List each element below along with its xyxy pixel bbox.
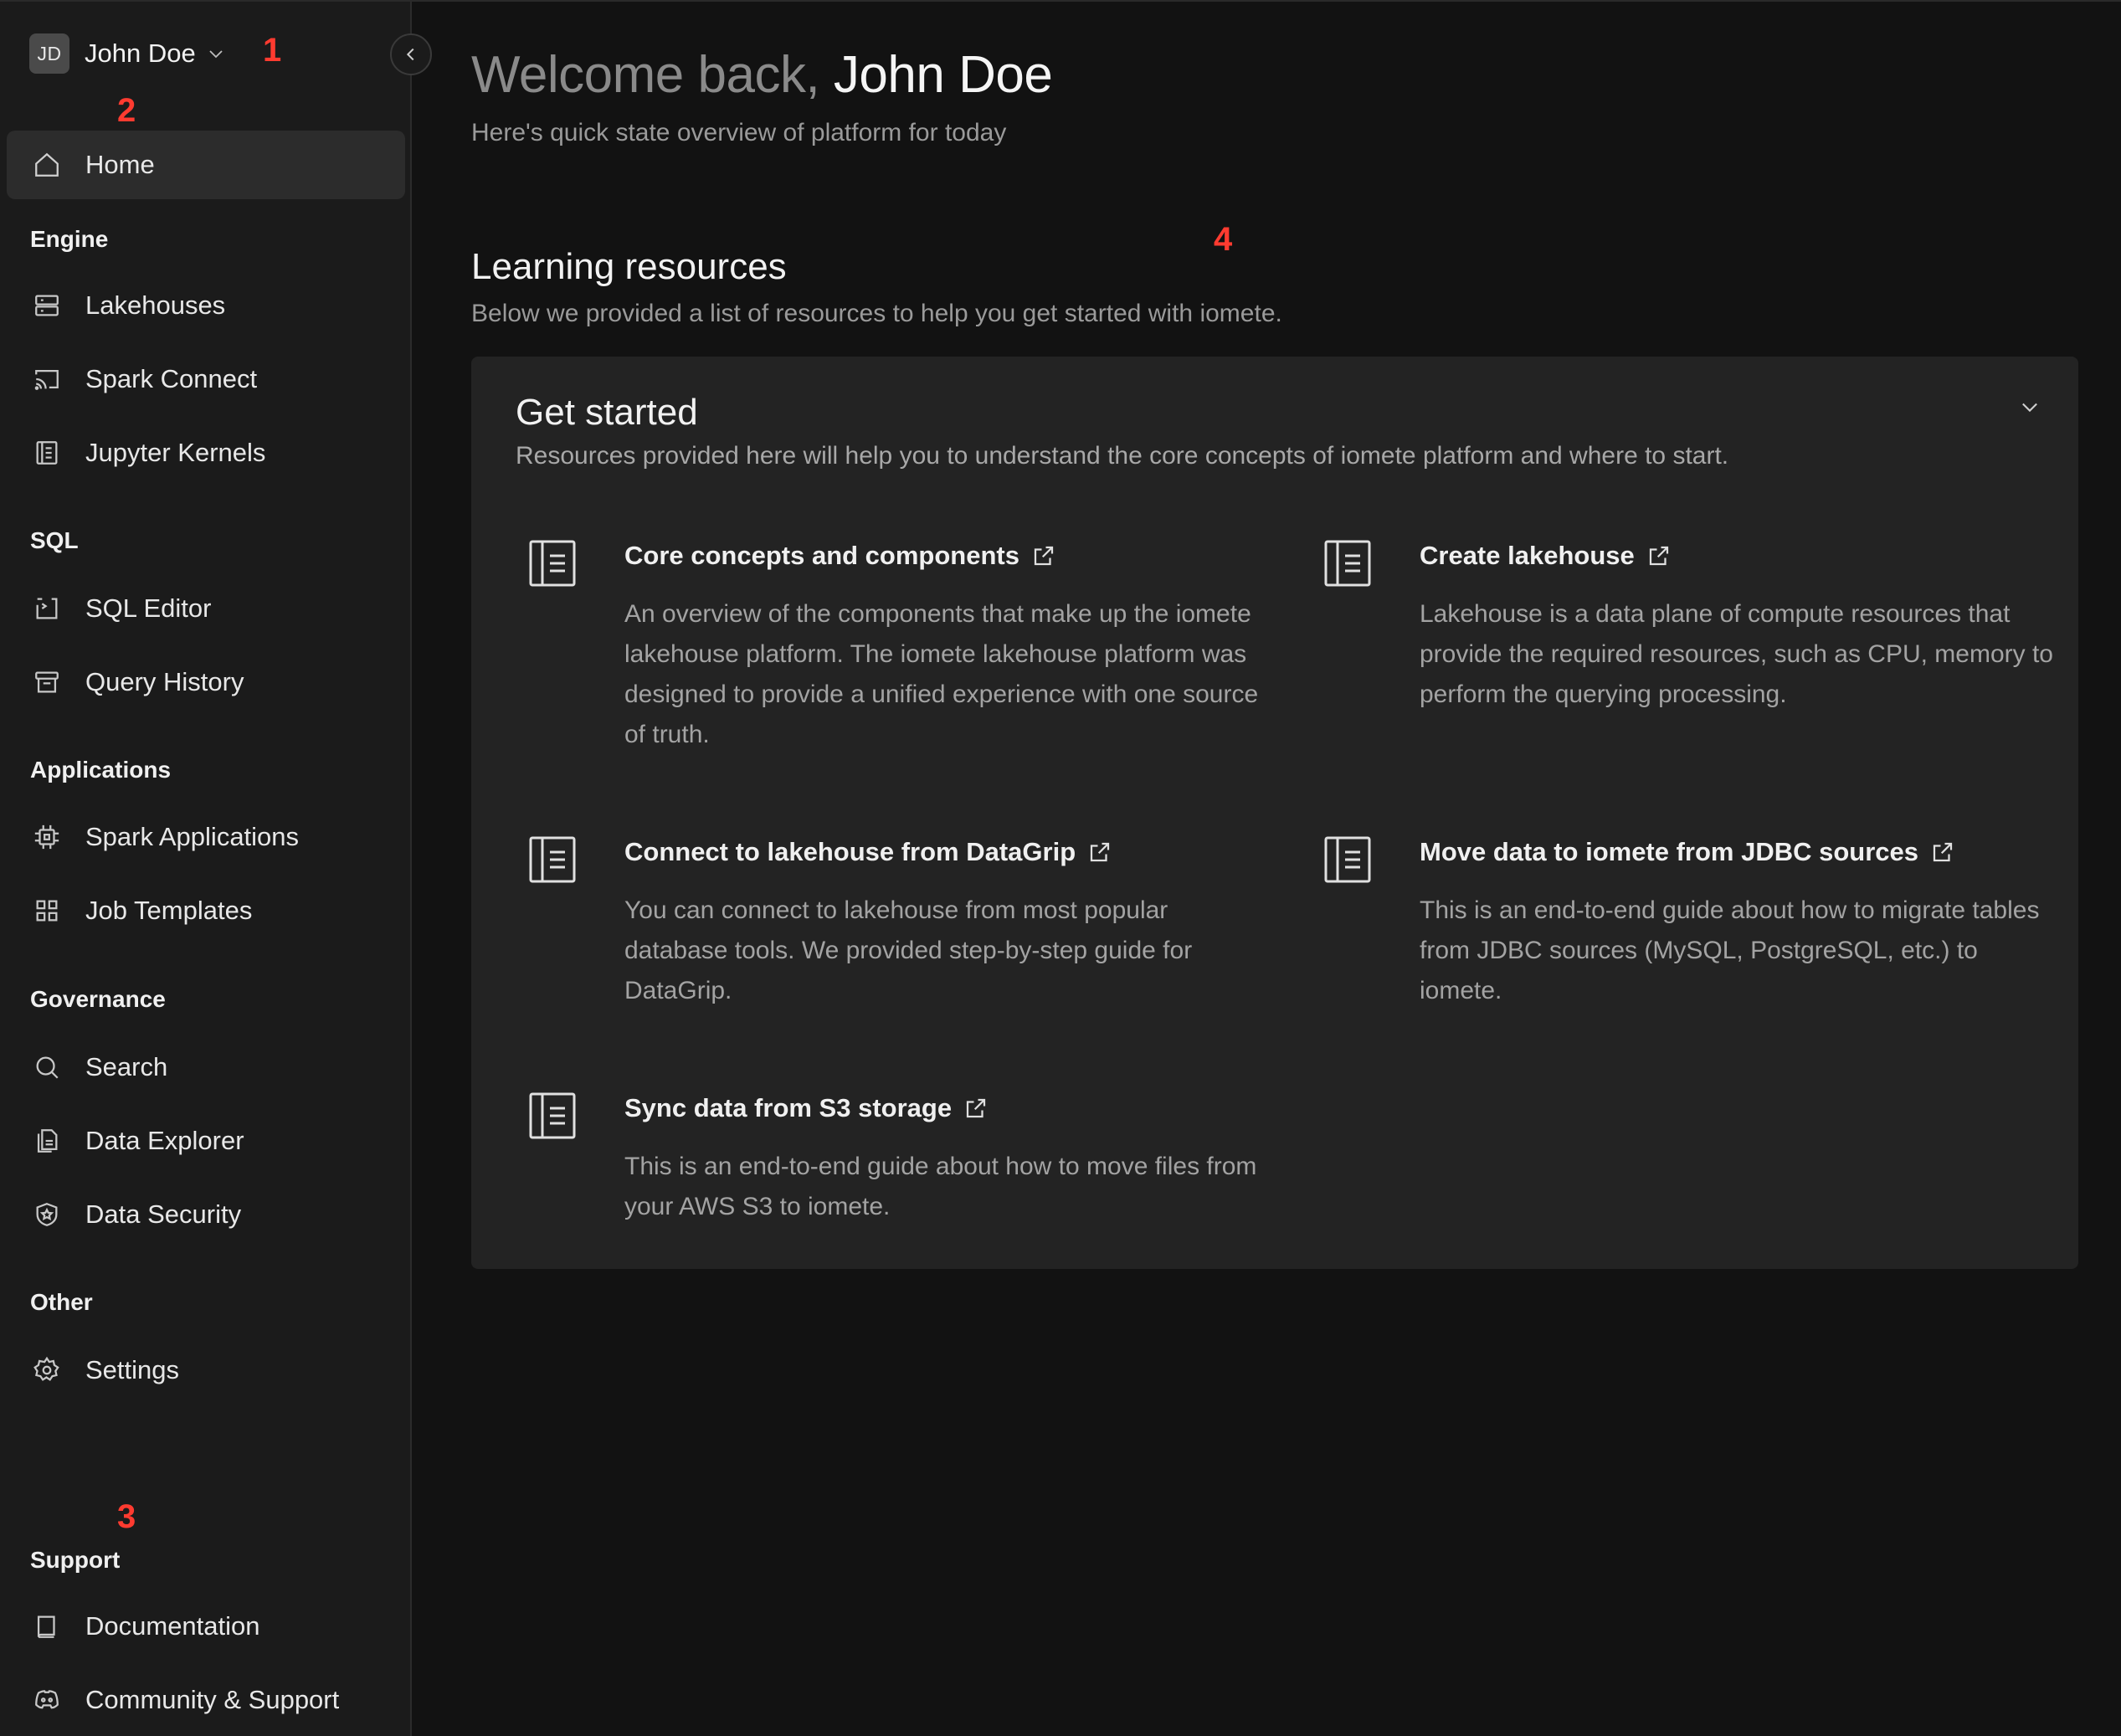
chevron-left-icon [406,48,414,61]
home-icon [32,150,62,180]
app-window: JD John Doe 1 2 Home Engine Lakehouses S… [0,0,2121,1736]
document-icon [1324,836,1371,883]
page-subtitle: Here's quick state overview of platform … [471,119,1007,146]
sidebar-item-label: Job Templates [85,896,253,925]
user-name: John Doe [85,39,196,68]
resource-link[interactable]: Move data to iomete from JDBC sources [1420,837,1955,867]
sidebar-item-settings[interactable]: Settings [7,1336,405,1405]
sidebar-item-documentation[interactable]: Documentation [7,1592,405,1661]
document-icon [529,836,576,883]
sidebar-item-label: Spark Connect [85,364,258,393]
annotation-marker-4: 4 [1214,221,1233,258]
sidebar-item-sql-editor[interactable]: SQL Editor [7,574,405,643]
external-link-icon [1649,546,1668,566]
annotation-marker-3: 3 [117,1498,136,1535]
chip-icon [32,822,62,852]
notebook-icon [32,438,62,468]
chevron-down-icon [209,50,223,59]
sidebar-item-job-templates[interactable]: Job Templates [7,876,405,945]
search-icon [32,1052,62,1082]
sidebar-item-search[interactable]: Search [7,1033,405,1102]
annotation-marker-2: 2 [117,92,136,129]
sidebar-item-label: Query History [85,667,244,696]
sidebar-item-label: Community & Support [85,1685,340,1714]
resource-description: This is an end-to-end guide about how to… [624,1153,1257,1220]
resource-link[interactable]: Connect to lakehouse from DataGrip [624,837,1112,867]
code-editor-icon [32,593,62,624]
sidebar-item-community-support[interactable]: Community & Support [7,1666,405,1734]
external-link-icon [1091,842,1110,862]
grid-icon [32,896,62,926]
resource-title: Create lakehouse [1420,541,1635,570]
panel-description: Resources provided here will help you to… [516,442,1729,470]
resource-description: An overview of the components that make … [624,600,1259,748]
resource-title: Connect to lakehouse from DataGrip [624,837,1076,866]
sidebar-item-lakehouses[interactable]: Lakehouses [7,271,405,340]
page-title: Welcome back, John Doe [471,45,1053,105]
resource-title: Move data to iomete from JDBC sources [1420,837,1919,866]
annotation-marker-1: 1 [263,32,282,69]
sidebar-item-label: Search [85,1052,168,1081]
collapse-sidebar-button[interactable] [390,33,432,75]
archive-icon [32,667,62,697]
discord-icon [32,1685,62,1715]
user-switcher[interactable]: JD John Doe [29,33,226,74]
resource-description: Lakehouse is a data plane of compute res… [1420,600,2053,708]
resource-description: You can connect to lakehouse from most p… [624,896,1193,1004]
external-link-icon [1034,546,1054,566]
sidebar-item-label: SQL Editor [85,593,212,623]
external-link-icon [966,1098,986,1118]
shield-icon [32,1199,62,1230]
resource-title: Sync data from S3 storage [624,1093,953,1122]
book-icon [32,1611,62,1641]
sidebar-item-jupyter-kernels[interactable]: Jupyter Kernels [7,419,405,487]
resource-title: Core concepts and components [624,541,1019,570]
resource-description: This is an end-to-end guide about how to… [1420,896,2040,1004]
resource-link[interactable]: Create lakehouse [1420,541,1672,571]
sidebar-item-spark-connect[interactable]: Spark Connect [7,345,405,413]
welcome-user-name: John Doe [833,46,1053,104]
cast-icon [32,364,62,394]
get-started-panel: Get started Resources provided here will… [471,357,2078,1269]
section-label-support: Support [30,1547,121,1573]
document-icon [529,540,576,587]
sidebar-item-data-security[interactable]: Data Security [7,1180,405,1249]
section-description: Below we provided a list of resources to… [471,300,1282,327]
resource-link[interactable]: Sync data from S3 storage [624,1093,989,1123]
panel-collapse-toggle[interactable] [2013,390,2047,424]
welcome-prefix: Welcome back, [471,46,820,104]
server-icon [32,290,62,321]
document-icon [529,1092,576,1139]
sidebar-item-home[interactable]: Home [7,131,405,199]
sidebar-item-query-history[interactable]: Query History [7,648,405,716]
sidebar-item-label: Data Security [85,1199,242,1229]
section-label-sql: SQL [30,527,79,553]
sidebar-item-label: Home [85,150,155,179]
document-icon [1324,540,1371,587]
panel-title: Get started [516,392,698,433]
main-content: Welcome back, John Doe Here's quick stat… [412,2,2121,1736]
sidebar-item-label: Lakehouses [85,290,226,320]
sidebar-item-label: Data Explorer [85,1126,244,1155]
gear-icon [32,1355,62,1385]
documents-icon [32,1126,62,1156]
chevron-down-icon [2022,403,2037,413]
section-title: Learning resources [471,246,787,287]
section-label-governance: Governance [30,986,166,1012]
sidebar: JD John Doe 1 2 Home Engine Lakehouses S… [0,2,412,1736]
section-label-applications: Applications [30,757,172,783]
sidebar-item-data-explorer[interactable]: Data Explorer [7,1107,405,1175]
section-label-other: Other [30,1289,93,1315]
section-label-engine: Engine [30,226,109,252]
sidebar-item-label: Settings [85,1355,180,1384]
sidebar-item-label: Spark Applications [85,822,300,851]
sidebar-item-label: Jupyter Kernels [85,438,266,467]
avatar: JD [29,33,69,74]
sidebar-item-spark-applications[interactable]: Spark Applications [7,803,405,871]
external-link-icon [1933,842,1953,862]
resource-link[interactable]: Core concepts and components [624,541,1056,571]
sidebar-item-label: Documentation [85,1611,260,1641]
